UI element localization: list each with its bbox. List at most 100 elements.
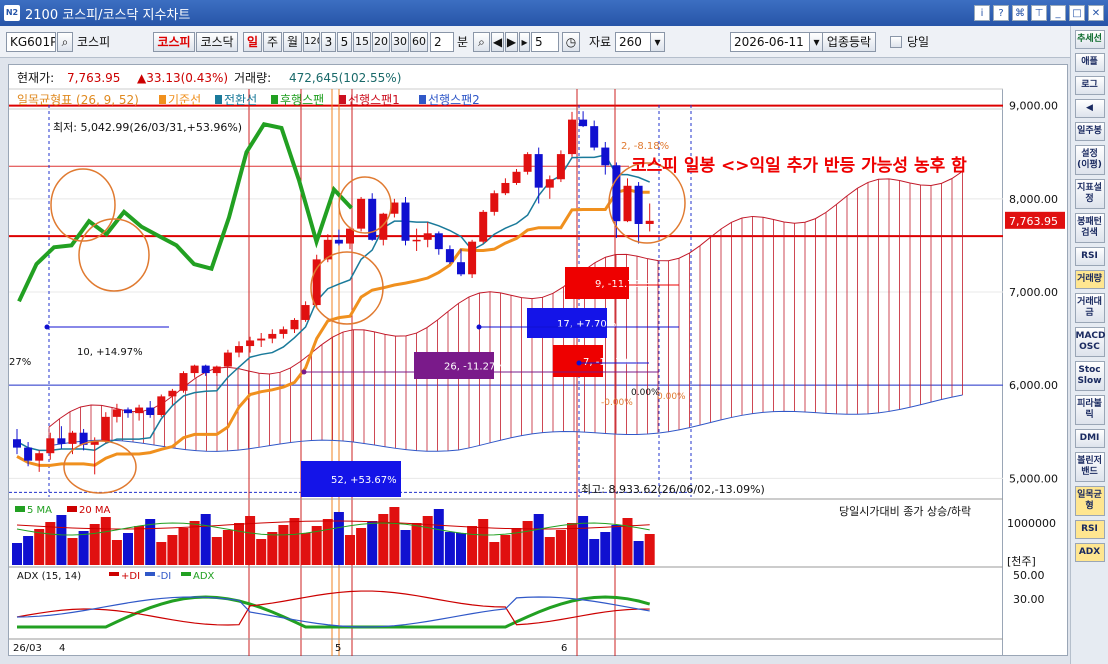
candle-body-54	[612, 165, 621, 222]
sidebar-btn-0[interactable]: 추세선	[1074, 30, 1105, 49]
minute-5[interactable]: 5	[337, 32, 352, 52]
sidebar-btn-7[interactable]: 봉패턴검색	[1074, 213, 1105, 243]
zoom-icon[interactable]: ⌕	[473, 32, 490, 52]
volume-bar-23	[267, 532, 278, 565]
volume-bar-16	[189, 521, 200, 565]
help-button[interactable]: ?	[993, 5, 1009, 21]
next-icon[interactable]: ▶	[505, 32, 518, 52]
label-27: 27%	[9, 357, 31, 368]
data-label: 자료	[589, 35, 612, 49]
code-input[interactable]: KG601P	[6, 32, 56, 52]
candle-body-11	[135, 407, 144, 414]
search-icon[interactable]: ⌕	[57, 32, 73, 52]
link-button[interactable]: ⌘	[1012, 5, 1028, 21]
prev-icon[interactable]: ◀	[491, 32, 504, 52]
step-input[interactable]: 5	[531, 32, 559, 52]
sidebar-btn-2[interactable]: 로그	[1074, 76, 1105, 95]
volume-bar-22	[256, 539, 267, 565]
sector-button[interactable]: 업종등락	[822, 32, 876, 52]
volume-bar-19	[222, 530, 233, 565]
candle-body-26	[301, 305, 310, 320]
volume-bar-14	[167, 535, 178, 565]
ma20-swatch	[67, 506, 77, 512]
label-10: 10, +14.97%	[77, 347, 143, 358]
volume-bar-4	[56, 515, 67, 565]
sidebar-btn-18[interactable]: ADX	[1074, 543, 1105, 562]
comment-annotation: 코스피 일봉 <>익일 추가 반등 가능성 농후 함	[631, 155, 967, 176]
sidebar-btn-16[interactable]: 일목균형	[1074, 486, 1105, 516]
date-input[interactable]: 2026-06-11	[730, 32, 810, 52]
period-day[interactable]: 일	[243, 32, 262, 52]
period-month[interactable]: 월	[283, 32, 302, 52]
volume-bar-29	[333, 512, 344, 565]
arrow-dot-0	[44, 324, 50, 330]
candle-body-32	[368, 198, 377, 240]
high-annotation: 최고: 8,933.62(26/06/02,-13.09%)	[581, 483, 765, 496]
step-icon[interactable]: ▸	[519, 32, 530, 52]
sidebar-btn-15[interactable]: 볼린저밴드	[1074, 452, 1105, 482]
chart-area: 52, +53.67% 17, +7.70% 26, -11.27% 9, -11.7…	[8, 64, 1004, 657]
candle-body-23	[268, 333, 277, 339]
sidebar-btn-1[interactable]: 애플	[1074, 53, 1105, 72]
sidebar-btn-12[interactable]: Stoc Slow	[1074, 361, 1105, 391]
legend-swatch-4	[419, 95, 426, 104]
minute-30[interactable]: 30	[391, 32, 409, 52]
legend-ichimoku: 일목균형표 (26, 9, 52)	[17, 93, 139, 107]
volume-bar-1	[23, 536, 34, 565]
sameday-checkbox[interactable]	[890, 36, 902, 48]
minute-20[interactable]: 20	[372, 32, 390, 52]
minute-60[interactable]: 60	[410, 32, 428, 52]
close-button[interactable]: ✕	[1088, 5, 1104, 21]
sidebar-btn-14[interactable]: DMI	[1074, 429, 1105, 448]
date-label-0: 26/03	[13, 643, 42, 654]
tenkan-line	[16, 154, 650, 452]
minute-3[interactable]: 3	[321, 32, 336, 52]
candle-body-39	[445, 249, 454, 263]
mdi-swatch	[145, 572, 155, 576]
tab-kospi[interactable]: 코스피	[153, 32, 195, 52]
sidebar-btn-9[interactable]: 거래량	[1074, 270, 1105, 289]
sidebar-btn-5[interactable]: 설정(이평)	[1074, 145, 1105, 175]
ichimoku-cloud	[48, 171, 963, 452]
sidebar-btn-3[interactable]: ◀	[1074, 99, 1105, 118]
volume-label: 거래량:	[234, 71, 271, 85]
legend-label-1: 전환선	[224, 93, 257, 107]
candle-body-21	[246, 340, 255, 347]
candle-body-55	[623, 185, 632, 222]
chevron-down-icon[interactable]: ▾	[650, 32, 665, 52]
adx-tick-30: 30.00	[1013, 593, 1045, 606]
period-week[interactable]: 주	[263, 32, 282, 52]
sidebar-btn-13[interactable]: 피라불릭	[1074, 395, 1105, 425]
sidebar-btn-8[interactable]: RSI	[1074, 247, 1105, 266]
label-small-1: 0.00%	[631, 388, 660, 398]
candle-body-47	[534, 154, 543, 188]
unit-input[interactable]: 2	[430, 32, 454, 52]
candle-body-19	[223, 352, 232, 367]
volume-bar-56	[633, 541, 644, 565]
sidebar-btn-17[interactable]: RSI	[1074, 520, 1105, 539]
volume-bar-50	[567, 523, 577, 565]
tab-kosdaq[interactable]: 코스닥	[196, 32, 238, 52]
pin-button[interactable]: ⊤	[1031, 5, 1047, 21]
clock-icon[interactable]: ◷	[562, 32, 580, 52]
date-label-1: 4	[59, 643, 65, 654]
price-tick-1: 8,000.00	[1009, 193, 1058, 206]
volume-bar-0	[12, 543, 22, 565]
volume-bar-26	[300, 533, 311, 565]
minimize-button[interactable]: _	[1050, 5, 1066, 21]
label-small-2: 0.00%	[657, 392, 686, 402]
minute-15[interactable]: 15	[353, 32, 371, 52]
maximize-button[interactable]: □	[1069, 5, 1085, 21]
sidebar-btn-6[interactable]: 지표설정	[1074, 179, 1105, 209]
sidebar-btn-4[interactable]: 일주봉	[1074, 122, 1105, 141]
volume-bar-12	[145, 519, 156, 565]
volume-bar-34	[389, 507, 400, 565]
sidebar-btn-10[interactable]: 거래대금	[1074, 293, 1105, 323]
info-button[interactable]: i	[974, 5, 990, 21]
minute-120[interactable]: 120	[303, 32, 320, 52]
data-count-input[interactable]: 260	[615, 32, 651, 52]
candle-body-40	[457, 262, 465, 275]
volume-bar-48	[544, 537, 555, 565]
candle-body-15	[179, 373, 188, 391]
sidebar-btn-11[interactable]: MACD OSC	[1074, 327, 1106, 357]
